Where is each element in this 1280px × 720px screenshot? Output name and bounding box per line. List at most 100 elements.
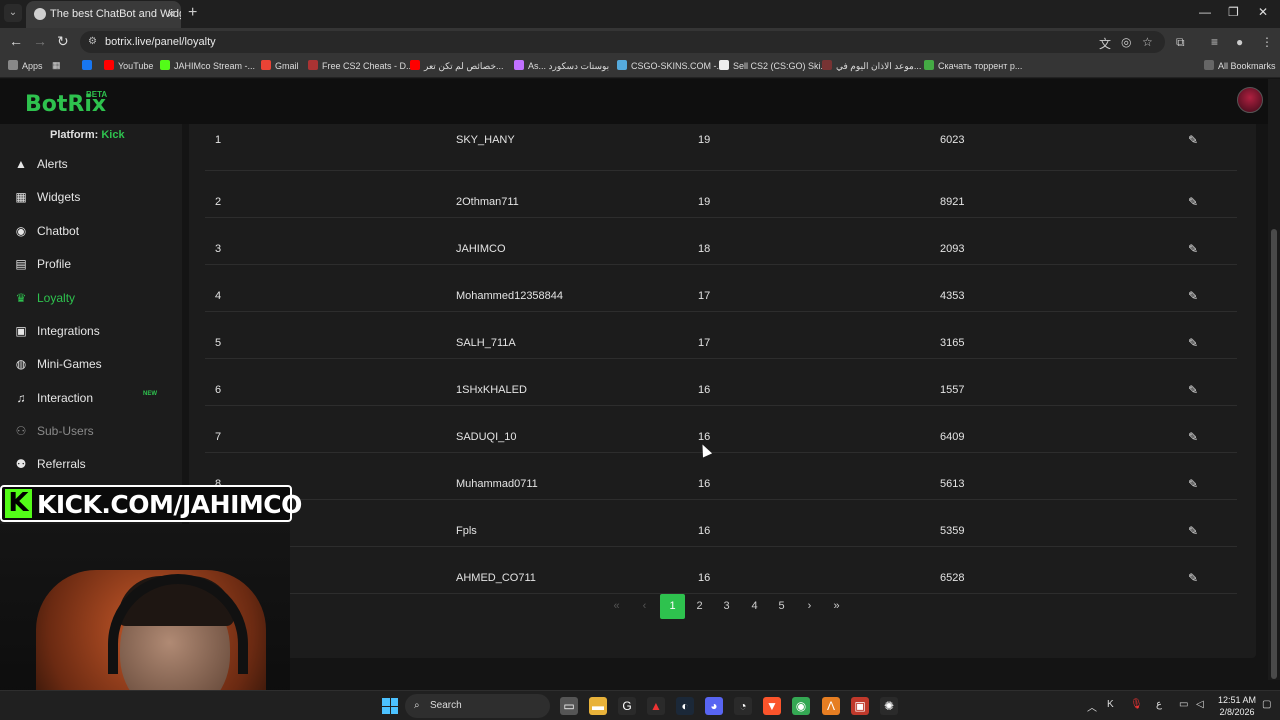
edit-pencil-icon[interactable]: ✎ [1188, 233, 1198, 265]
kick-channel-banner: K KICK.COM/JAHIMCO [0, 485, 302, 522]
edit-pencil-icon[interactable]: ✎ [1188, 327, 1198, 359]
points-cell: 6023 [940, 134, 965, 146]
app-red-icon[interactable]: ▣ [851, 697, 869, 715]
sidebar-item-loyalty[interactable]: ♛ Loyalty [0, 283, 182, 313]
user-avatar[interactable] [1237, 87, 1263, 113]
taskbar-clock[interactable]: 12:51 AM 2/8/2026 [1218, 694, 1256, 718]
bookmark-sell-cs2[interactable]: Sell CS2 (CS:GO) Ski... [719, 60, 828, 71]
file-explorer-icon[interactable]: ▬ [589, 697, 607, 715]
volume-icon[interactable]: ◁ [1196, 699, 1204, 710]
points-cell: 3165 [940, 337, 965, 349]
page-button-4[interactable]: 4 [742, 594, 767, 619]
windows-start-icon[interactable] [382, 698, 398, 714]
bookmark-arabic-2[interactable]: As... بوستات دسكورد [514, 60, 609, 72]
bookmark-csgo-skins[interactable]: CSGO-SKINS.COM -... [617, 60, 724, 71]
first-page-button[interactable]: « [604, 594, 629, 619]
page-button-3[interactable]: 3 [714, 594, 739, 619]
forward-button[interactable]: → [33, 33, 47, 49]
network-icon[interactable]: ▭ [1179, 699, 1188, 710]
close-window-button[interactable]: ✕ [1258, 5, 1268, 19]
g-app-icon[interactable]: G [618, 697, 636, 715]
eye-off-icon[interactable]: ◎ [1121, 35, 1131, 49]
reload-button[interactable]: ↻ [57, 33, 69, 50]
edit-pencil-icon[interactable]: ✎ [1188, 562, 1198, 594]
sidebar-item-interaction[interactable]: ♫ Interaction NEW [0, 383, 182, 413]
sidebar-item-sub-users[interactable]: ⚇ Sub-Users [0, 416, 182, 446]
edit-pencil-icon[interactable]: ✎ [1188, 515, 1198, 547]
sidebar-item-integrations[interactable]: ▣ Integrations [0, 316, 182, 346]
brave-icon[interactable]: ▼ [763, 697, 781, 715]
minimize-button[interactable]: — [1199, 5, 1211, 19]
tab-close-icon[interactable]: × [167, 1, 175, 27]
page-button-1[interactable]: 1 [660, 594, 685, 619]
points-cell: 5359 [940, 525, 965, 537]
bookmark-arabic-1[interactable]: خصائص لم تكن تعر... [410, 60, 504, 72]
page-button-5[interactable]: 5 [769, 594, 794, 619]
restore-button[interactable]: ❐ [1228, 5, 1239, 19]
all-bookmarks[interactable]: All Bookmarks [1204, 60, 1276, 71]
rank-cell: 6 [215, 384, 222, 396]
sidebar-item-widgets[interactable]: ▦ Widgets [0, 182, 182, 212]
kick-logo-icon: K [5, 489, 32, 518]
app-orange-icon[interactable]: Λ [822, 697, 840, 715]
edit-pencil-icon[interactable]: ✎ [1188, 186, 1198, 218]
page-scrollbar[interactable] [1268, 79, 1280, 680]
username-cell: 2Othman711 [456, 196, 519, 208]
notification-icon[interactable]: ▢ [1262, 699, 1271, 710]
bookmark-star-icon[interactable]: ☆ [1142, 35, 1153, 49]
bookmark-gmail[interactable]: Gmail [261, 60, 299, 71]
bookmark-youtube[interactable]: YouTube [104, 60, 153, 71]
back-button[interactable]: ← [9, 33, 23, 49]
bookmark-apps[interactable]: Apps [8, 60, 43, 71]
media-icon[interactable]: ≡ [1211, 35, 1218, 49]
alert-triangle-icon: ▲ [15, 157, 27, 171]
steam-icon[interactable]: ◐ [676, 697, 694, 715]
discord-icon[interactable]: ◕ [705, 697, 723, 715]
sidebar-item-mini-games[interactable]: ◍ Mini-Games [0, 349, 182, 379]
app-a-icon[interactable]: ▲ [647, 697, 665, 715]
grid-icon[interactable]: ▦ [52, 60, 61, 71]
tab-search-button[interactable]: ⌄ [4, 4, 22, 22]
points-cell: 6528 [940, 572, 965, 584]
last-page-button[interactable]: » [824, 594, 849, 619]
settings-gear-icon[interactable]: ✺ [880, 697, 898, 715]
extensions-icon[interactable]: ⧉ [1176, 35, 1185, 50]
language-indicator[interactable]: ع [1156, 699, 1162, 710]
sidebar-item-referrals[interactable]: ⚉ Referrals [0, 449, 182, 479]
tray-k-icon[interactable]: K [1107, 699, 1114, 710]
level-cell: 17 [698, 290, 711, 302]
edit-pencil-icon[interactable]: ✎ [1188, 374, 1198, 406]
edit-pencil-icon[interactable]: ✎ [1188, 468, 1198, 500]
mic-icon[interactable]: 🎙 [1130, 699, 1143, 710]
table-row: 7 SADUQI_10 16 6409 ✎ [205, 406, 1237, 453]
bookmark-torrent[interactable]: Скачать торрент р... [924, 60, 1022, 71]
level-cell: 19 [698, 196, 711, 208]
level-cell: 19 [698, 134, 711, 146]
tray-chevron-icon[interactable]: ︿ [1087, 699, 1097, 714]
bookmark-cs2[interactable]: Free CS2 Cheats - D... [308, 60, 414, 71]
translate-icon[interactable]: 文 [1099, 35, 1111, 52]
bookmark-jahimco[interactable]: JAHIMco Stream -... [160, 60, 255, 71]
site-info-icon[interactable]: ⚙ [88, 31, 97, 53]
taskbar-search[interactable]: ⌕ Search [405, 694, 550, 718]
browser-tab-active[interactable]: The best ChatBot and Widgets × [26, 1, 181, 28]
bookmark-prayer[interactable]: موعد الاذان اليوم في... [822, 60, 921, 72]
task-view-icon[interactable]: ▭ [560, 697, 578, 715]
address-bar[interactable]: ⚙ botrix.live/panel/loyalty [80, 31, 1165, 53]
menu-icon[interactable]: ⋮ [1261, 35, 1273, 49]
next-page-button[interactable]: › [797, 594, 822, 619]
edit-pencil-icon[interactable]: ✎ [1188, 280, 1198, 312]
sidebar-item-alerts[interactable]: ▲ Alerts [0, 149, 182, 179]
chrome-icon[interactable]: ◉ [792, 697, 810, 715]
table-row: 8 Muhammad0711 16 5613 ✎ [205, 453, 1237, 500]
profile-avatar-icon[interactable]: ● [1236, 35, 1243, 49]
scrollbar-thumb[interactable] [1271, 229, 1277, 679]
sidebar-item-chatbot[interactable]: ◉ Chatbot [0, 216, 182, 246]
clock-app-icon[interactable]: ◔ [734, 697, 752, 715]
prev-page-button[interactable]: ‹ [632, 594, 657, 619]
edit-pencil-icon[interactable]: ✎ [1188, 421, 1198, 453]
edit-pencil-icon[interactable]: ✎ [1188, 124, 1198, 156]
sidebar-item-profile[interactable]: ▤ Profile [0, 249, 182, 279]
new-tab-button[interactable]: + [188, 4, 197, 22]
page-button-2[interactable]: 2 [687, 594, 712, 619]
